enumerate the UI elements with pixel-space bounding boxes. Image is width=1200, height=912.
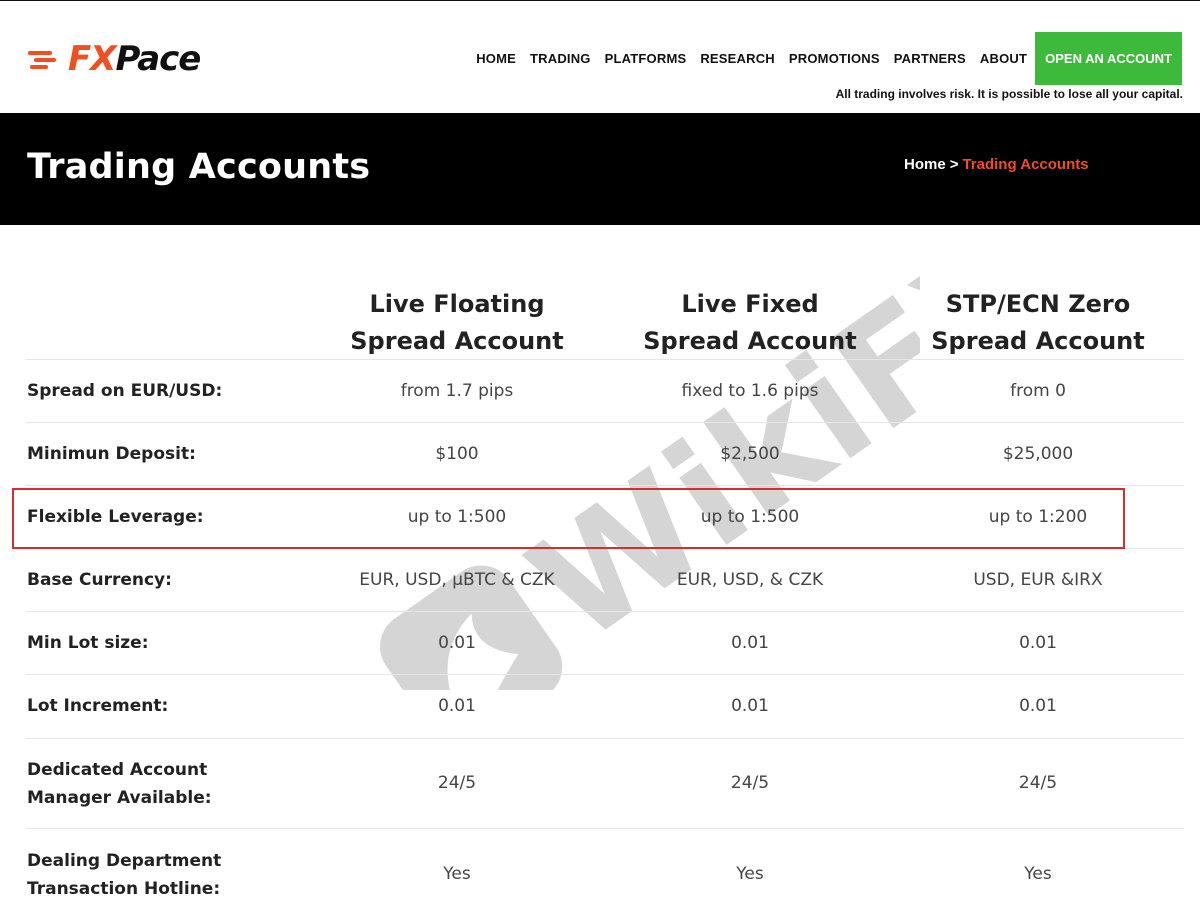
table-row: Dedicated Account Manager Available: 24/… xyxy=(26,739,1184,829)
table-row: Minimun Deposit: $100 $2,500 $25,000 xyxy=(26,423,1184,486)
table-cell: fixed to 1.6 pips xyxy=(681,381,819,401)
column-title-line: Spread Account xyxy=(931,327,1145,355)
breadcrumb-separator: > xyxy=(949,156,959,173)
nav-research[interactable]: RESEARCH xyxy=(700,51,775,66)
nav-platforms[interactable]: PLATFORMS xyxy=(605,51,687,66)
open-account-button[interactable]: OPEN AN ACCOUNT xyxy=(1035,32,1182,85)
breadcrumb-home[interactable]: Home xyxy=(904,156,946,173)
leverage-highlight-box xyxy=(12,488,1125,549)
row-label-line: Dealing Department xyxy=(27,851,222,871)
breadcrumb-current: Trading Accounts xyxy=(962,156,1089,173)
breadcrumb: Home > Trading Accounts xyxy=(904,156,1089,173)
risk-notice: All trading involves risk. It is possibl… xyxy=(835,87,1183,101)
main-nav: HOME TRADING PLATFORMS RESEARCH PROMOTIO… xyxy=(462,32,1182,85)
table-cell: 0.01 xyxy=(1019,696,1057,716)
table-row: Spread on EUR/USD: from 1.7 pips fixed t… xyxy=(26,360,1184,423)
row-label: Minimun Deposit: xyxy=(27,444,196,464)
page-banner: Trading Accounts Home > Trading Accounts xyxy=(0,113,1200,225)
table-row: Dealing Department Transaction Hotline: … xyxy=(26,829,1184,912)
column-title-line: STP/ECN Zero xyxy=(945,290,1131,318)
table-cell: EUR, USD, & CZK xyxy=(676,570,824,590)
table-cell: from 1.7 pips xyxy=(400,381,514,401)
table-cell: 0.01 xyxy=(1019,633,1057,653)
table-cell: 24/5 xyxy=(437,773,477,793)
row-label: Min Lot size: xyxy=(27,633,149,653)
table-cell: $25,000 xyxy=(1002,444,1074,464)
row-label-line: Manager Available: xyxy=(27,788,212,808)
nav-promotions[interactable]: PROMOTIONS xyxy=(789,51,880,66)
accounts-table: Live Floating Spread Account Live Fixed … xyxy=(26,283,1184,912)
nav-partners[interactable]: PARTNERS xyxy=(894,51,966,66)
table-cell: Yes xyxy=(1024,864,1052,884)
nav-about[interactable]: ABOUT xyxy=(980,51,1027,66)
row-label: Lot Increment: xyxy=(27,696,169,716)
fxpace-logo[interactable]: FXPace xyxy=(28,39,201,79)
table-cell: $100 xyxy=(435,444,479,464)
table-cell: Yes xyxy=(443,864,471,884)
row-label: Dedicated Account Manager Available: xyxy=(27,756,212,812)
column-title-line: Spread Account xyxy=(350,327,564,355)
speed-lines-icon xyxy=(28,44,68,74)
table-cell: 0.01 xyxy=(438,696,476,716)
table-row: Min Lot size: 0.01 0.01 0.01 xyxy=(26,612,1184,675)
nav-home[interactable]: HOME xyxy=(476,51,516,66)
table-row: Base Currency: EUR, USD, µBTC & CZK EUR,… xyxy=(26,549,1184,612)
row-label-line: Transaction Hotline: xyxy=(27,879,221,899)
table-cell: Yes xyxy=(736,864,764,884)
row-label: Base Currency: xyxy=(27,570,172,590)
row-label-line: Dedicated Account xyxy=(27,760,208,780)
logo-wordmark: FXPace xyxy=(68,39,201,79)
column-title-line: Live Fixed xyxy=(681,290,819,318)
table-cell: 0.01 xyxy=(731,696,769,716)
table-cell: 0.01 xyxy=(438,633,476,653)
column-live-floating: Live Floating Spread Account xyxy=(307,286,607,360)
row-label: Dealing Department Transaction Hotline: xyxy=(27,847,221,903)
table-cell: EUR, USD, µBTC & CZK xyxy=(359,570,555,590)
column-live-fixed: Live Fixed Spread Account xyxy=(600,286,900,360)
column-title-line: Spread Account xyxy=(643,327,857,355)
table-cell: 0.01 xyxy=(731,633,769,653)
table-cell: USD, EUR &IRX xyxy=(973,570,1103,590)
row-label: Spread on EUR/USD: xyxy=(27,381,223,401)
table-cell: from 0 xyxy=(1010,381,1066,401)
column-stp-ecn: STP/ECN Zero Spread Account xyxy=(888,286,1188,360)
site-header: FXPace HOME TRADING PLATFORMS RESEARCH P… xyxy=(0,0,1200,113)
nav-trading[interactable]: TRADING xyxy=(530,51,591,66)
table-header: Live Floating Spread Account Live Fixed … xyxy=(26,283,1184,360)
table-cell: $2,500 xyxy=(720,444,780,464)
page-title: Trading Accounts xyxy=(27,147,371,187)
table-cell: 24/5 xyxy=(1018,773,1058,793)
table-row: Lot Increment: 0.01 0.01 0.01 xyxy=(26,675,1184,739)
column-title-line: Live Floating xyxy=(369,290,545,318)
table-cell: 24/5 xyxy=(730,773,770,793)
